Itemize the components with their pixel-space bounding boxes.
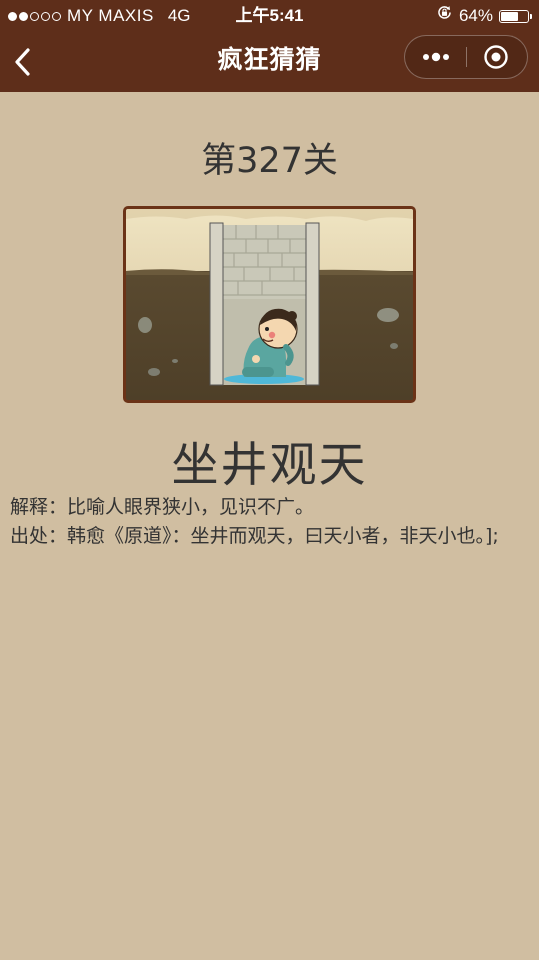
frog-in-well-illustration — [126, 209, 413, 400]
more-button[interactable] — [405, 36, 467, 78]
status-right: 64% — [436, 0, 532, 32]
explanation-label: 解释： — [10, 496, 68, 518]
source-line: 出处：韩愈《原道》：坐井而观天，曰天小者，非天小也。]; — [10, 522, 510, 551]
target-close-icon — [484, 45, 508, 69]
battery-level — [501, 11, 518, 21]
battery-percent: 64% — [458, 6, 493, 25]
close-mini-program-button[interactable] — [465, 36, 527, 78]
level-title: 第327关 — [201, 141, 338, 181]
idiom-answer: 坐井观天 — [171, 438, 368, 493]
source-label: 出处： — [10, 525, 68, 547]
puzzle-picture — [123, 206, 416, 403]
idiom-explanation: 解释：比喻人眼界狭小，见识不广。 出处：韩愈《原道》：坐井而观天，曰天小者，非天… — [10, 493, 510, 551]
status-bar: MY MAXIS 4G 上午5:41 64% — [0, 0, 539, 32]
nav-bar: 疯狂猜猜 — [0, 32, 539, 92]
top-bar: MY MAXIS 4G 上午5:41 64% 疯狂猜猜 — [0, 0, 539, 92]
source-text: 韩愈《原道》：坐井而观天，曰天小者，非天小也。]; — [67, 525, 499, 547]
mini-program-capsule — [404, 35, 528, 79]
rotation-lock-icon — [436, 0, 453, 32]
explanation-line: 解释：比喻人眼界狭小，见识不广。 — [10, 493, 510, 522]
battery-icon — [499, 9, 532, 23]
more-dots-icon — [423, 52, 449, 62]
explanation-text: 比喻人眼界狭小，见识不广。 — [67, 496, 315, 518]
